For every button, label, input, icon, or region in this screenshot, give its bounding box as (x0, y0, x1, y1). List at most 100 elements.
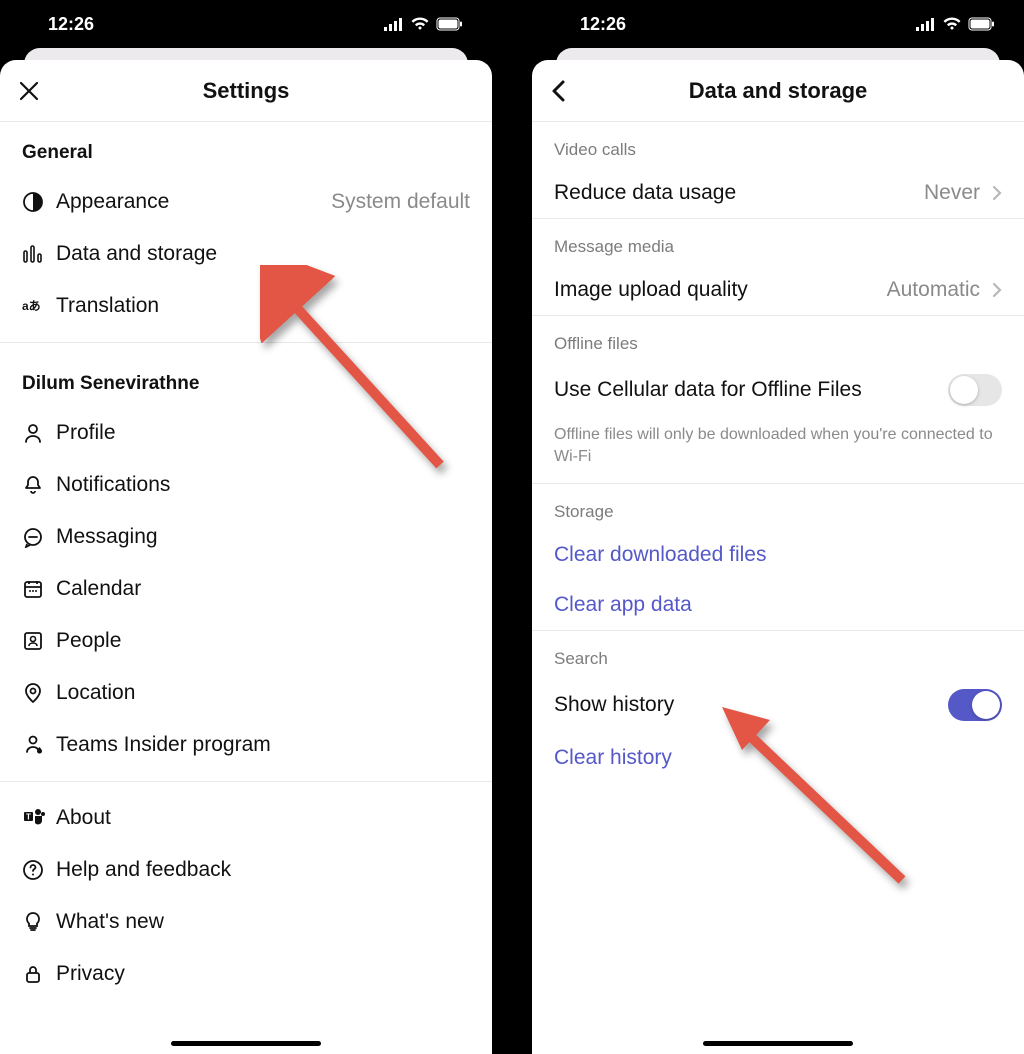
row-about[interactable]: T About (0, 792, 492, 844)
phone-right-data-storage: 12:26 Data and storage Video calls Reduc… (532, 0, 1024, 1054)
toggle-history[interactable] (948, 689, 1002, 721)
teams-icon: T (22, 804, 56, 832)
insider-icon (22, 731, 56, 759)
row-label: Help and feedback (56, 858, 470, 882)
settings-content[interactable]: General Appearance System default Data a… (0, 122, 492, 1054)
svg-text:aあ: aあ (22, 299, 41, 313)
battery-icon (968, 17, 996, 31)
row-whatsnew[interactable]: What's new (0, 896, 492, 948)
back-button[interactable] (550, 79, 568, 103)
status-time: 12:26 (48, 14, 94, 35)
row-label: Notifications (56, 473, 470, 497)
wifi-icon (410, 17, 430, 31)
row-location[interactable]: Location (0, 667, 492, 719)
page-title: Data and storage (689, 78, 868, 104)
row-clear-history[interactable]: Clear history (532, 733, 1024, 783)
data-storage-sheet: Data and storage Video calls Reduce data… (532, 60, 1024, 1054)
signal-icon (916, 17, 936, 31)
row-messaging[interactable]: Messaging (0, 511, 492, 563)
chevron-right-icon (992, 282, 1002, 298)
row-clear-app-data[interactable]: Clear app data (532, 580, 1024, 630)
chat-icon (22, 523, 56, 551)
row-label: Data and storage (56, 242, 470, 266)
toggle-knob (950, 376, 978, 404)
row-label: What's new (56, 910, 470, 934)
row-label: Profile (56, 421, 470, 445)
contrast-icon (22, 188, 56, 216)
row-privacy[interactable]: Privacy (0, 948, 492, 1000)
row-image-quality[interactable]: Image upload quality Automatic (532, 265, 1024, 315)
signal-icon (384, 17, 404, 31)
row-value: Never (924, 181, 980, 205)
chevron-left-icon (550, 79, 568, 103)
bars-icon (22, 240, 56, 268)
home-indicator (171, 1041, 321, 1046)
svg-text:T: T (26, 813, 31, 822)
status-indicators (384, 17, 464, 31)
row-label: Translation (56, 294, 470, 318)
row-calendar[interactable]: Calendar (0, 563, 492, 615)
wifi-icon (942, 17, 962, 31)
row-label: Privacy (56, 962, 470, 986)
row-help[interactable]: Help and feedback (0, 844, 492, 896)
toggle-cellular[interactable] (948, 374, 1002, 406)
row-label: Clear history (554, 746, 1002, 770)
home-indicator (703, 1041, 853, 1046)
close-button[interactable] (18, 80, 40, 102)
close-icon (18, 80, 40, 102)
translate-icon: aあ (22, 292, 56, 320)
row-label: About (56, 806, 470, 830)
row-translation[interactable]: aあ Translation (0, 280, 492, 332)
help-icon (22, 856, 56, 884)
row-label: Messaging (56, 525, 470, 549)
row-label: Clear downloaded files (554, 543, 1002, 567)
sheet-header: Settings (0, 60, 492, 122)
section-account: Dilum Senevirathne (0, 353, 492, 407)
divider (0, 342, 492, 343)
section-offline: Offline files (532, 316, 1024, 362)
lock-icon (22, 960, 56, 988)
row-profile[interactable]: Profile (0, 407, 492, 459)
row-label: Use Cellular data for Offline Files (554, 378, 948, 402)
divider (0, 781, 492, 782)
data-storage-content[interactable]: Video calls Reduce data usage Never Mess… (532, 122, 1024, 1054)
row-people[interactable]: People (0, 615, 492, 667)
status-bar: 12:26 (0, 0, 492, 48)
row-appearance[interactable]: Appearance System default (0, 176, 492, 228)
sheet-header: Data and storage (532, 60, 1024, 122)
row-label: Calendar (56, 577, 470, 601)
row-label: Appearance (56, 190, 331, 214)
section-storage: Storage (532, 484, 1024, 530)
row-label: People (56, 629, 470, 653)
row-show-history[interactable]: Show history (532, 677, 1024, 733)
phone-left-settings: 12:26 Settings General Appearance System… (0, 0, 492, 1054)
row-label: Location (56, 681, 470, 705)
row-reduce-data[interactable]: Reduce data usage Never (532, 168, 1024, 218)
status-bar: 12:26 (532, 0, 1024, 48)
row-notifications[interactable]: Notifications (0, 459, 492, 511)
row-cellular-offline[interactable]: Use Cellular data for Offline Files (532, 362, 1024, 418)
bell-icon (22, 471, 56, 499)
row-clear-files[interactable]: Clear downloaded files (532, 530, 1024, 580)
row-data-storage[interactable]: Data and storage (0, 228, 492, 280)
section-message: Message media (532, 219, 1024, 265)
location-icon (22, 679, 56, 707)
calendar-icon (22, 575, 56, 603)
row-value: System default (331, 190, 470, 214)
profile-icon (22, 419, 56, 447)
row-label: Show history (554, 693, 948, 717)
people-icon (22, 627, 56, 655)
row-insider[interactable]: Teams Insider program (0, 719, 492, 771)
chevron-right-icon (992, 185, 1002, 201)
section-search: Search (532, 631, 1024, 677)
status-time: 12:26 (580, 14, 626, 35)
offline-desc: Offline files will only be downloaded wh… (532, 418, 1024, 483)
page-title: Settings (203, 78, 290, 104)
row-value: Automatic (887, 278, 980, 302)
row-label: Reduce data usage (554, 181, 924, 205)
status-indicators (916, 17, 996, 31)
bulb-icon (22, 908, 56, 936)
toggle-knob (972, 691, 1000, 719)
battery-icon (436, 17, 464, 31)
section-video: Video calls (532, 122, 1024, 168)
